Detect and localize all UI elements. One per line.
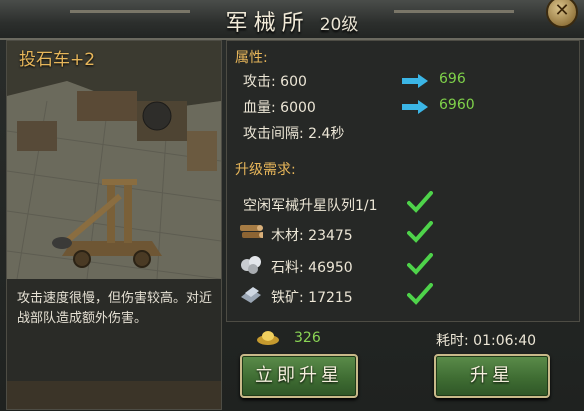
unit-preview-panel: 投石车+2 攻击速度很慢，但伤害较高。对近战部队造成额外伤害。 (6, 40, 222, 410)
building-name: 军械所 (225, 11, 310, 36)
arrow-right-icon (402, 74, 428, 88)
ground-strip (7, 381, 221, 409)
upgrade-button[interactable]: 升星 (434, 354, 550, 398)
wood-requirement: 木材: 23475 (271, 228, 353, 244)
armory-window: 军械所 20级 ✕ 投石车+2 攻击速度很慢，但伤害较高。对近战部队造成额外伤害… (0, 0, 584, 411)
upgrade-actions: 326 耗时: 01:06:40 立即升星 升星 (226, 322, 578, 408)
arrow-right-icon (402, 100, 428, 114)
unit-name: 投石车+2 (19, 50, 96, 70)
building-level: 20级 (319, 15, 359, 35)
unit-description: 攻击速度很慢，但伤害较高。对近战部队造成额外伤害。 (17, 291, 213, 326)
catapult-scene-image (7, 41, 221, 279)
attack-interval-stat: 攻击间隔: 2.4秒 (243, 126, 345, 142)
attack-next-value: 696 (439, 71, 466, 87)
hp-next-value: 6960 (439, 97, 475, 113)
stone-icon (241, 256, 261, 274)
gold-ingot-icon (257, 331, 279, 345)
upgrade-time: 耗时: 01:06:40 (436, 333, 537, 349)
attributes-header: 属性: (235, 50, 268, 66)
requirements-header: 升级需求: (235, 162, 296, 178)
window-title: 军械所 20级 (0, 5, 584, 37)
attack-stat: 攻击: 600 (243, 74, 307, 90)
checkmark-icon (407, 283, 433, 305)
hp-stat: 血量: 6000 (243, 100, 316, 116)
checkmark-icon (407, 221, 433, 243)
upgrade-info-panel: 属性: 攻击: 600 696 血量: 6000 6960 攻击间隔: 2.4秒… (226, 40, 580, 322)
title-bar: 军械所 20级 (0, 0, 584, 40)
queue-requirement: 空闲军械升星队列1/1 (243, 198, 378, 214)
checkmark-icon (407, 253, 433, 275)
stone-requirement: 石料: 46950 (271, 260, 353, 276)
iron-icon (241, 287, 261, 303)
gold-cost: 326 (294, 330, 321, 346)
iron-requirement: 铁矿: 17215 (271, 290, 353, 306)
checkmark-icon (407, 191, 433, 213)
wood-icon (240, 225, 263, 238)
instant-upgrade-button[interactable]: 立即升星 (240, 354, 358, 398)
